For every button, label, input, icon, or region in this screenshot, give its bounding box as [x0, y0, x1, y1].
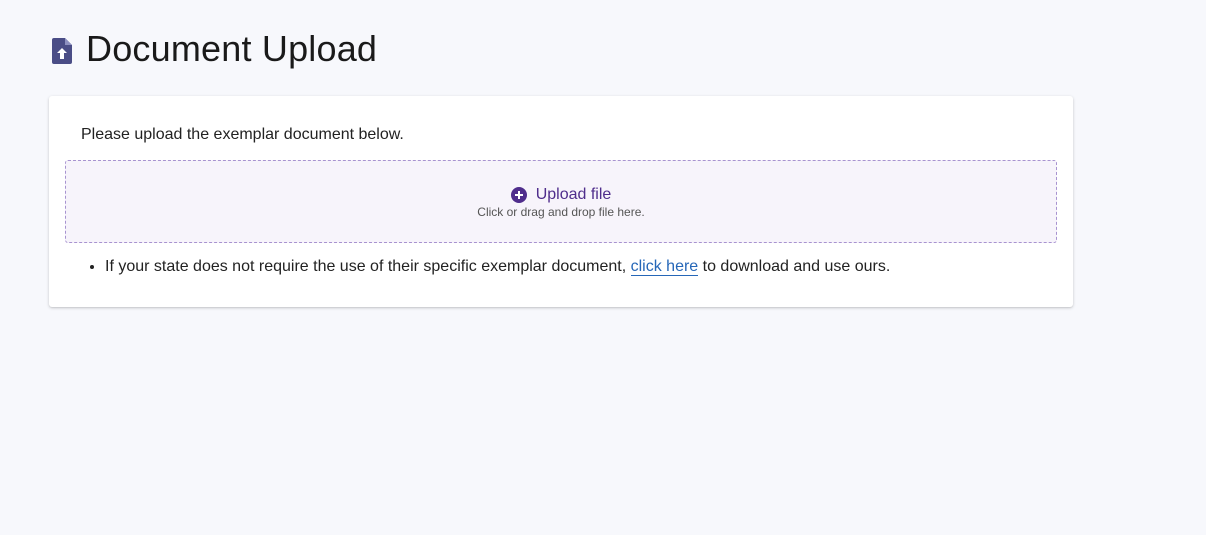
upload-card: Please upload the exemplar document belo… [49, 96, 1073, 307]
page-title: Document Upload [86, 28, 378, 69]
page-header: Document Upload [52, 28, 377, 70]
file-upload-icon [52, 38, 72, 64]
file-dropzone[interactable]: Upload file Click or drag and drop file … [65, 160, 1057, 243]
note-text-before: If your state does not require the use o… [105, 258, 631, 275]
list-item: If your state does not require the use o… [105, 257, 890, 277]
plus-circle-icon [510, 187, 527, 203]
dropzone-hint: Click or drag and drop file here. [477, 205, 645, 219]
note-list: If your state does not require the use o… [105, 257, 890, 277]
upload-file-button[interactable]: Upload file [510, 186, 612, 204]
upload-file-label: Upload file [535, 186, 612, 203]
download-exemplar-link[interactable]: click here [630, 258, 699, 276]
note-text-after: to download and use ours. [698, 258, 891, 275]
instructions-text: Please upload the exemplar document belo… [81, 126, 404, 143]
